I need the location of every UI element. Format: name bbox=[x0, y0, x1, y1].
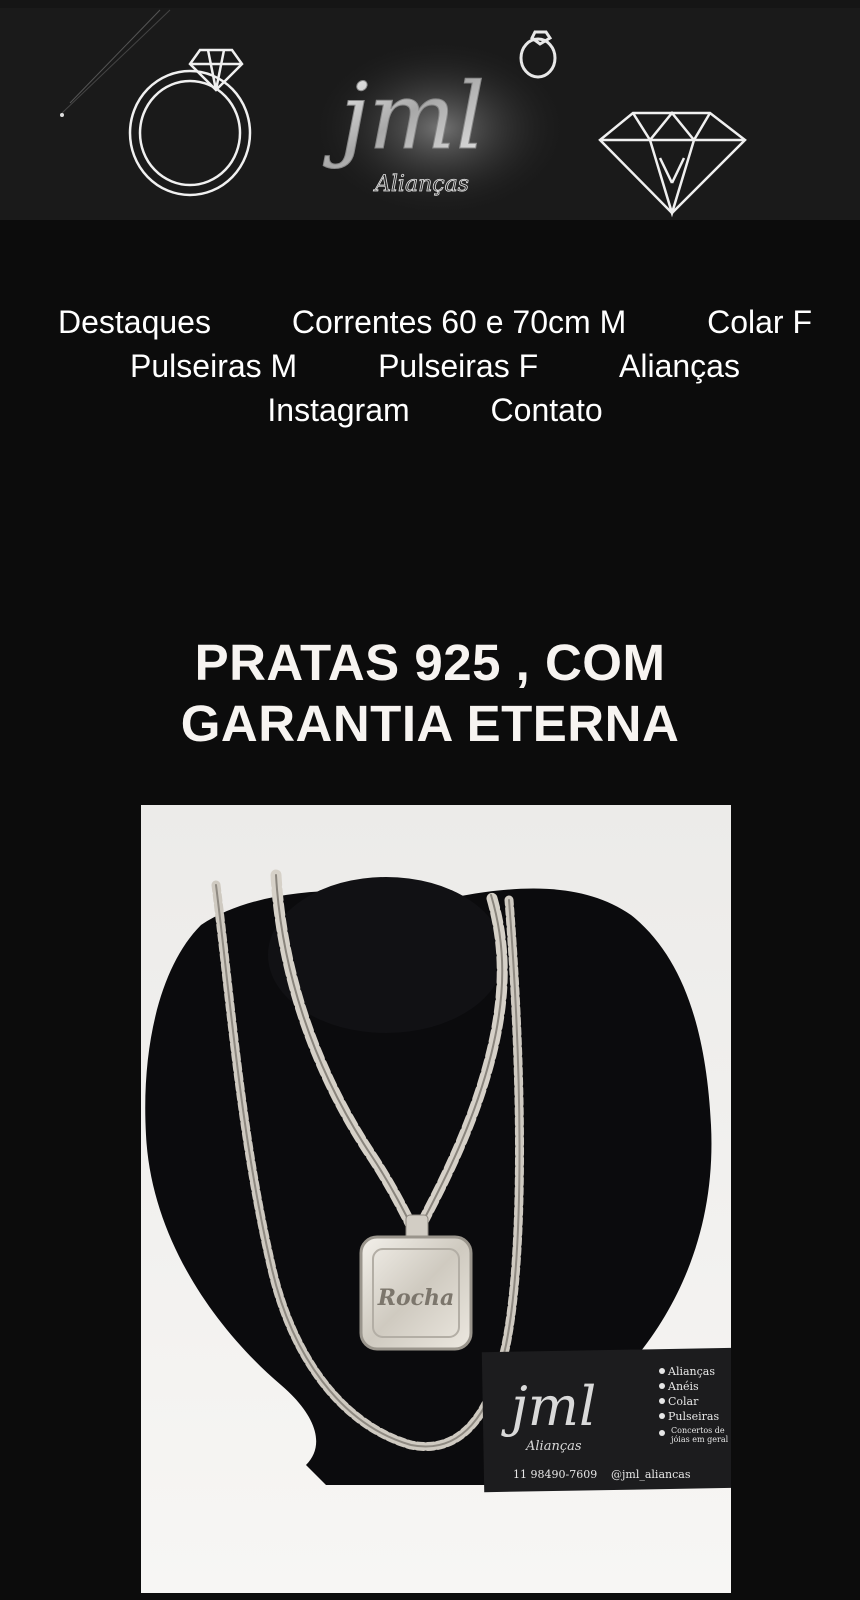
top-strip bbox=[0, 0, 860, 8]
product-photo-artwork: Rocha jml Alianças Alianças Anéis Colar … bbox=[141, 805, 731, 1593]
card-logo-sub: Alianças bbox=[525, 1439, 582, 1454]
business-card: jml Alianças Alianças Anéis Colar Pulsei… bbox=[481, 1347, 731, 1493]
pendant-engraving: Rocha bbox=[377, 1285, 455, 1311]
card-phone: 11 98490-7609 bbox=[513, 1468, 597, 1481]
card-service-6: jóias em geral bbox=[670, 1435, 729, 1444]
nav-colar-f[interactable]: Colar F bbox=[707, 304, 812, 340]
nav-correntes[interactable]: Correntes 60 e 70cm M bbox=[292, 304, 626, 340]
page-headline: PRATAS 925 , COM GARANTIA ETERNA bbox=[0, 632, 860, 754]
card-service-3: Colar bbox=[668, 1395, 699, 1408]
nav-contato[interactable]: Contato bbox=[491, 392, 603, 428]
decor-dot bbox=[60, 113, 64, 117]
main-nav: Destaques Correntes 60 e 70cm M Colar F … bbox=[20, 300, 850, 432]
nav-destaques[interactable]: Destaques bbox=[58, 304, 211, 340]
header-banner: jml Alianças bbox=[0, 8, 860, 220]
card-service-1: Alianças bbox=[667, 1365, 715, 1378]
logo-main: jml bbox=[323, 63, 485, 170]
card-service-2: Anéis bbox=[667, 1380, 699, 1393]
logo-sub: Alianças bbox=[373, 172, 469, 197]
card-instagram: @jml_aliancas bbox=[611, 1468, 691, 1481]
ring-icon bbox=[128, 48, 252, 197]
headline-line-2: GARANTIA ETERNA bbox=[180, 695, 680, 752]
banner-artwork: jml Alianças bbox=[60, 9, 747, 218]
nav-pulseiras-f[interactable]: Pulseiras F bbox=[378, 348, 538, 384]
product-photo[interactable]: Rocha jml Alianças Alianças Anéis Colar … bbox=[141, 805, 731, 1593]
headline-line-1: PRATAS 925 , COM bbox=[194, 634, 666, 691]
card-service-5: Concertos de bbox=[671, 1426, 725, 1435]
card-service-4: Pulseiras bbox=[668, 1410, 719, 1423]
diamond-icon bbox=[598, 111, 747, 218]
nav-pulseiras-m[interactable]: Pulseiras M bbox=[130, 348, 297, 384]
nav-instagram[interactable]: Instagram bbox=[267, 392, 409, 428]
nav-aliancas[interactable]: Alianças bbox=[619, 348, 740, 384]
card-logo: jml bbox=[501, 1375, 596, 1438]
